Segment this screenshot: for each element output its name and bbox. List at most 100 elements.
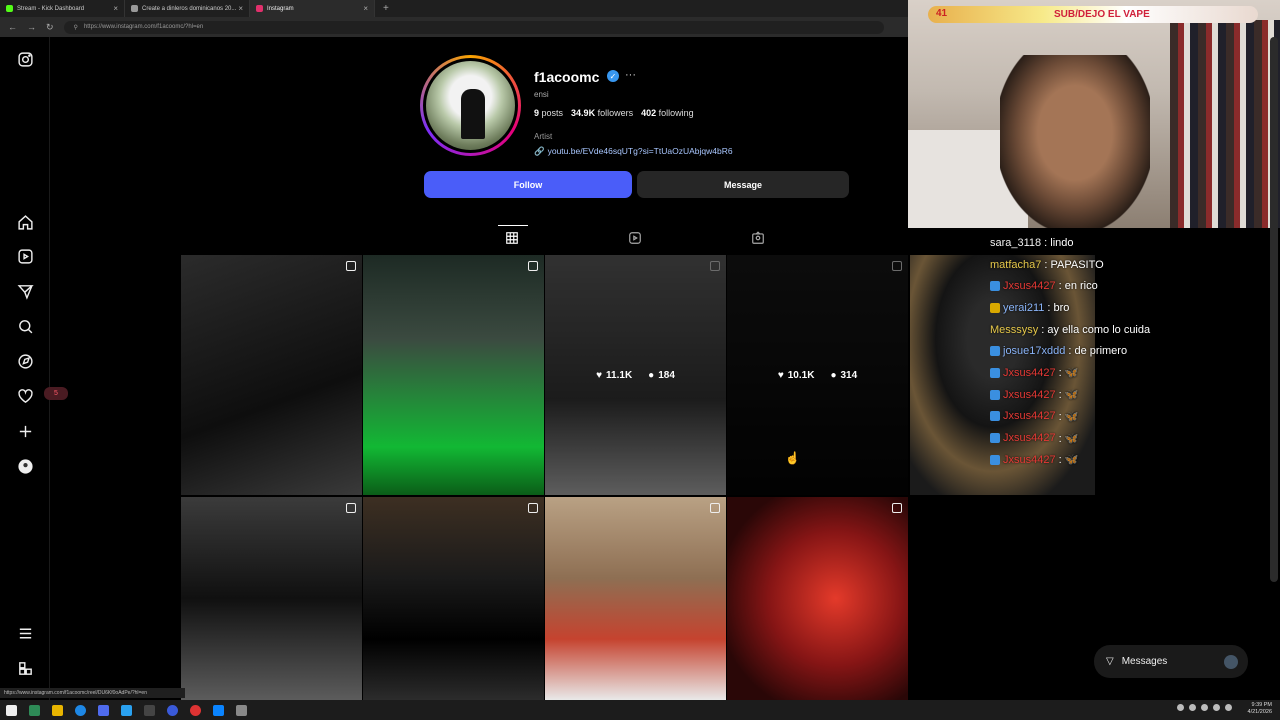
sub-goal-count: 41	[936, 8, 948, 19]
chat-message: josue17xddd: de primero	[990, 340, 1275, 362]
message-button[interactable]: Message	[637, 171, 849, 198]
grid-post[interactable]	[727, 497, 908, 700]
chrome-icon[interactable]	[190, 704, 201, 716]
chat-badge-icon	[990, 302, 1000, 313]
reload-icon[interactable]: ↻	[46, 22, 54, 33]
search-icon[interactable]	[15, 316, 35, 336]
mouse-cursor-icon: ☝	[785, 451, 800, 465]
address-bar-row: ← → ↻ ⚲ https://www.instagram.com/f1acoo…	[0, 17, 908, 37]
settings-icon[interactable]	[236, 704, 247, 716]
followers-stat[interactable]: 34.9K followers	[571, 108, 633, 118]
address-bar[interactable]: ⚲ https://www.instagram.com/f1acoomc/?hl…	[63, 20, 884, 34]
outlook-icon[interactable]	[98, 704, 109, 716]
chat-badge-icon	[990, 389, 1000, 400]
posts-grid-tab-icon[interactable]	[505, 231, 521, 247]
chat-username: matfacha7	[990, 258, 1042, 271]
tab-close-icon[interactable]: ×	[113, 4, 118, 13]
telegram-icon[interactable]	[121, 704, 132, 716]
doc-favicon-icon	[131, 5, 138, 12]
explore-icon[interactable]	[15, 351, 35, 371]
following-stat[interactable]: 402 following	[641, 108, 694, 118]
notifications-heart-icon[interactable]	[15, 386, 35, 406]
chat-text: : 🦋	[1058, 389, 1079, 402]
comment-bubble-icon: ●	[830, 369, 837, 381]
profile-link-text[interactable]: youtu.be/EVde46sqUTg?si=TtUaOzUAbjqw4bR6	[548, 146, 733, 157]
browser-tab-kick[interactable]: Stream - Kick Dashboard ×	[0, 0, 125, 17]
active-tab-indicator	[498, 225, 528, 226]
message-avatar	[1224, 654, 1238, 669]
system-tray[interactable]	[1177, 704, 1232, 711]
start-windows-icon[interactable]	[6, 704, 17, 716]
grid-post[interactable]	[181, 497, 362, 700]
site-info-icon[interactable]: ⚲	[74, 24, 78, 31]
app-icon[interactable]	[167, 704, 178, 716]
create-plus-icon[interactable]	[15, 421, 35, 441]
calendar-icon[interactable]	[213, 704, 224, 716]
grid-post[interactable]	[363, 497, 544, 700]
reel-indicator-icon	[892, 503, 902, 513]
status-bar-url: https://www.instagram.com/f1acoomc/reel/…	[0, 688, 185, 698]
edge-browser-icon[interactable]	[75, 704, 86, 716]
chat-badge-icon	[990, 281, 1000, 292]
profile-category: Artist	[534, 132, 553, 141]
more-options-icon[interactable]: ···	[625, 69, 636, 81]
profile-stats: 9 posts 34.9K followers 402 following	[534, 108, 694, 118]
chat-message: Jxsus4427: 🦋	[990, 406, 1275, 428]
profile-avatar-icon[interactable]	[15, 456, 35, 476]
direct-send-icon[interactable]	[15, 281, 35, 301]
threads-apps-icon[interactable]	[15, 658, 35, 678]
chat-username: Messsysy	[990, 323, 1039, 336]
grid-post[interactable]: ♥ 10.1K ● 314	[727, 255, 908, 495]
link-icon: 🔗	[534, 146, 545, 156]
grid-post[interactable]	[363, 255, 544, 495]
profile-link[interactable]: 🔗 youtu.be/EVde46sqUTg?si=TtUaOzUAbjqw4b…	[534, 146, 733, 157]
forward-icon[interactable]: →	[27, 22, 36, 32]
post-hover-overlay: ♥ 11.1K ● 184	[545, 255, 726, 495]
messages-bar[interactable]: ▽ Messages	[1094, 645, 1248, 678]
profile-avatar[interactable]	[420, 55, 521, 156]
browser-tab-instagram[interactable]: Instagram ×	[250, 0, 375, 17]
browser-tab-bar: Stream - Kick Dashboard × Create a dinle…	[0, 0, 908, 17]
grid-post[interactable]	[545, 497, 726, 700]
page-scrollbar[interactable]	[1270, 37, 1278, 582]
browser-tab-create[interactable]: Create a dinleros dominicanos 20... ×	[125, 0, 250, 17]
posts-stat: 9 posts	[534, 108, 564, 118]
chat-message: Jxsus4427: 🦋	[990, 449, 1275, 471]
direct-send-icon: ▽	[1106, 656, 1114, 667]
new-tab-button[interactable]: +	[383, 3, 389, 14]
reels-icon[interactable]	[15, 246, 35, 266]
tab-label: Instagram	[267, 5, 294, 12]
windows-taskbar: 9:39 PM 4/21/2026	[0, 700, 1280, 720]
chat-message: matfacha7: PAPASITO	[990, 254, 1275, 276]
reel-indicator-icon	[346, 261, 356, 271]
file-explorer-icon[interactable]	[52, 704, 63, 716]
comments-count: ● 184	[648, 369, 675, 381]
taskbar-clock[interactable]: 9:39 PM 4/21/2026	[1248, 702, 1272, 716]
tagged-tab-icon[interactable]	[751, 231, 767, 247]
instagram-logo-icon[interactable]	[15, 49, 35, 69]
chat-username: Jxsus4427	[1003, 432, 1056, 445]
notification-badge[interactable]: 5	[44, 387, 68, 400]
chat-text: : 🦋	[1058, 454, 1079, 467]
reel-indicator-icon	[710, 503, 720, 513]
chat-username: yerai211	[1003, 301, 1045, 314]
tab-close-icon[interactable]: ×	[363, 4, 368, 13]
reel-indicator-icon	[346, 503, 356, 513]
webcam-background	[1170, 20, 1280, 228]
chat-text: : en rico	[1058, 280, 1098, 293]
home-icon[interactable]	[15, 212, 35, 232]
grid-post[interactable]: ♥ 11.1K ● 184	[545, 255, 726, 495]
chat-text: : ay ella como lo cuida	[1041, 323, 1151, 336]
pen-tool-icon[interactable]	[144, 704, 155, 716]
back-icon[interactable]: ←	[8, 22, 17, 32]
chat-message: Jxsus4427: 🦋	[990, 384, 1275, 406]
grid-post[interactable]	[181, 255, 362, 495]
reels-tab-icon[interactable]	[628, 231, 644, 247]
tab-close-icon[interactable]: ×	[238, 4, 243, 13]
excel-icon[interactable]	[29, 704, 40, 716]
chat-text: : 🦋	[1058, 432, 1079, 445]
tab-label: Stream - Kick Dashboard	[17, 5, 85, 12]
menu-hamburger-icon[interactable]	[15, 623, 35, 643]
follow-button[interactable]: Follow	[424, 171, 632, 198]
chat-message: Jxsus4427: 🦋	[990, 362, 1275, 384]
